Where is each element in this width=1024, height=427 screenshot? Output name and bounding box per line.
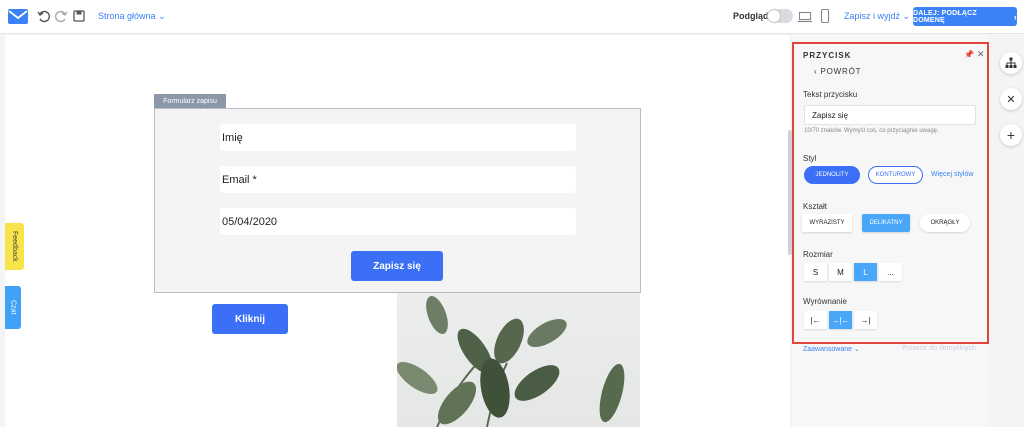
close-icon[interactable]: ✕ bbox=[977, 49, 985, 60]
style-solid-option[interactable]: JEDNOLITY bbox=[804, 166, 860, 184]
redo-icon[interactable] bbox=[54, 9, 68, 23]
button-settings-panel: PRZYCISK 📌 ✕ ‹ POWRÓT Tekst przycisku Za… bbox=[792, 42, 989, 344]
chat-tab-label: Czat bbox=[9, 300, 17, 315]
shape-bold-option[interactable]: WYRAZISTY bbox=[802, 214, 852, 232]
alignment-label: Wyrównanie bbox=[803, 297, 847, 306]
button-text-hint: 10/70 znaków. Wymyśl coś, co przyciągnie… bbox=[804, 128, 939, 134]
chat-tab[interactable]: Czat bbox=[5, 286, 21, 329]
subscribe-button[interactable]: Zapisz się bbox=[351, 251, 443, 281]
date-field[interactable]: 05/04/2020 bbox=[220, 208, 576, 235]
chevron-down-icon: ⌄ bbox=[158, 11, 166, 21]
align-left-option[interactable]: |← bbox=[804, 311, 827, 329]
align-right-option[interactable]: →| bbox=[854, 311, 877, 329]
desktop-view-icon[interactable] bbox=[798, 10, 812, 24]
save-exit-label: Zapisz i wyjdź bbox=[844, 11, 901, 21]
mobile-view-icon[interactable] bbox=[818, 9, 832, 23]
plant-image[interactable] bbox=[397, 293, 640, 427]
page-selector-label: Strona główna bbox=[98, 11, 156, 21]
page-selector[interactable]: Strona główna ⌄ bbox=[98, 11, 166, 22]
shape-soft-option[interactable]: DELIKATNY bbox=[862, 214, 910, 232]
feedback-tab[interactable]: Feedback bbox=[5, 223, 24, 270]
undo-icon[interactable] bbox=[37, 9, 51, 23]
email-field[interactable]: Email * bbox=[220, 166, 576, 193]
size-l-option[interactable]: L bbox=[854, 263, 877, 281]
signup-form-tag[interactable]: Formularz zapisu bbox=[154, 94, 226, 108]
chevron-down-icon: ⌄ bbox=[902, 11, 911, 21]
preview-label: Podgląd bbox=[733, 11, 769, 21]
next-connect-domain-button[interactable]: DALEJ: PODŁĄCZ DOMENĘ › bbox=[913, 7, 1017, 26]
add-element-icon[interactable]: + bbox=[1000, 124, 1022, 146]
plant-illustration bbox=[397, 295, 625, 427]
reset-defaults-link[interactable]: Przwróć do domyślnych bbox=[902, 345, 976, 352]
size-label: Rozmiar bbox=[803, 250, 833, 259]
click-button[interactable]: Kliknij bbox=[212, 304, 288, 334]
next-button-label: DALEJ: PODŁĄCZ DOMENĘ bbox=[913, 9, 977, 24]
size-m-option[interactable]: M bbox=[829, 263, 852, 281]
button-text-label: Tekst przycisku bbox=[803, 90, 858, 99]
chevron-right-icon: › bbox=[1013, 11, 1017, 22]
button-text-input[interactable]: Zapisz się bbox=[804, 105, 976, 125]
top-toolbar: Strona główna ⌄ Podgląd Zapisz i wyjdź ⌄… bbox=[0, 0, 1024, 34]
close-panel-icon[interactable]: ✕ bbox=[1000, 88, 1022, 110]
back-link[interactable]: ‹ POWRÓT bbox=[814, 67, 861, 76]
shape-label: Kształt bbox=[803, 202, 828, 211]
preview-toggle[interactable] bbox=[767, 9, 793, 23]
mail-logo-icon[interactable] bbox=[8, 9, 28, 24]
size-s-option[interactable]: S bbox=[804, 263, 827, 281]
size-more-option[interactable]: ... bbox=[879, 263, 902, 281]
pin-icon[interactable]: 📌 bbox=[964, 50, 974, 59]
save-exit-link[interactable]: Zapisz i wyjdź ⌄ bbox=[844, 11, 910, 22]
back-label: POWRÓT bbox=[820, 67, 862, 76]
advanced-settings-link[interactable]: Zaawansowane ⌄ bbox=[803, 345, 860, 353]
more-styles-link[interactable]: Więcej stylów bbox=[931, 171, 973, 178]
save-disk-icon[interactable] bbox=[72, 9, 86, 23]
name-field[interactable]: Imię bbox=[220, 124, 576, 151]
align-center-option[interactable]: →|← bbox=[829, 311, 852, 329]
style-outline-option[interactable]: KONTUROWY bbox=[868, 166, 923, 184]
panel-title: PRZYCISK bbox=[803, 51, 852, 60]
style-label: Styl bbox=[803, 154, 817, 163]
signup-form[interactable]: Imię Email * 05/04/2020 Zapisz się bbox=[154, 108, 641, 293]
shape-round-option[interactable]: OKRĄGŁY bbox=[920, 214, 970, 232]
sitemap-icon[interactable] bbox=[1000, 52, 1022, 74]
